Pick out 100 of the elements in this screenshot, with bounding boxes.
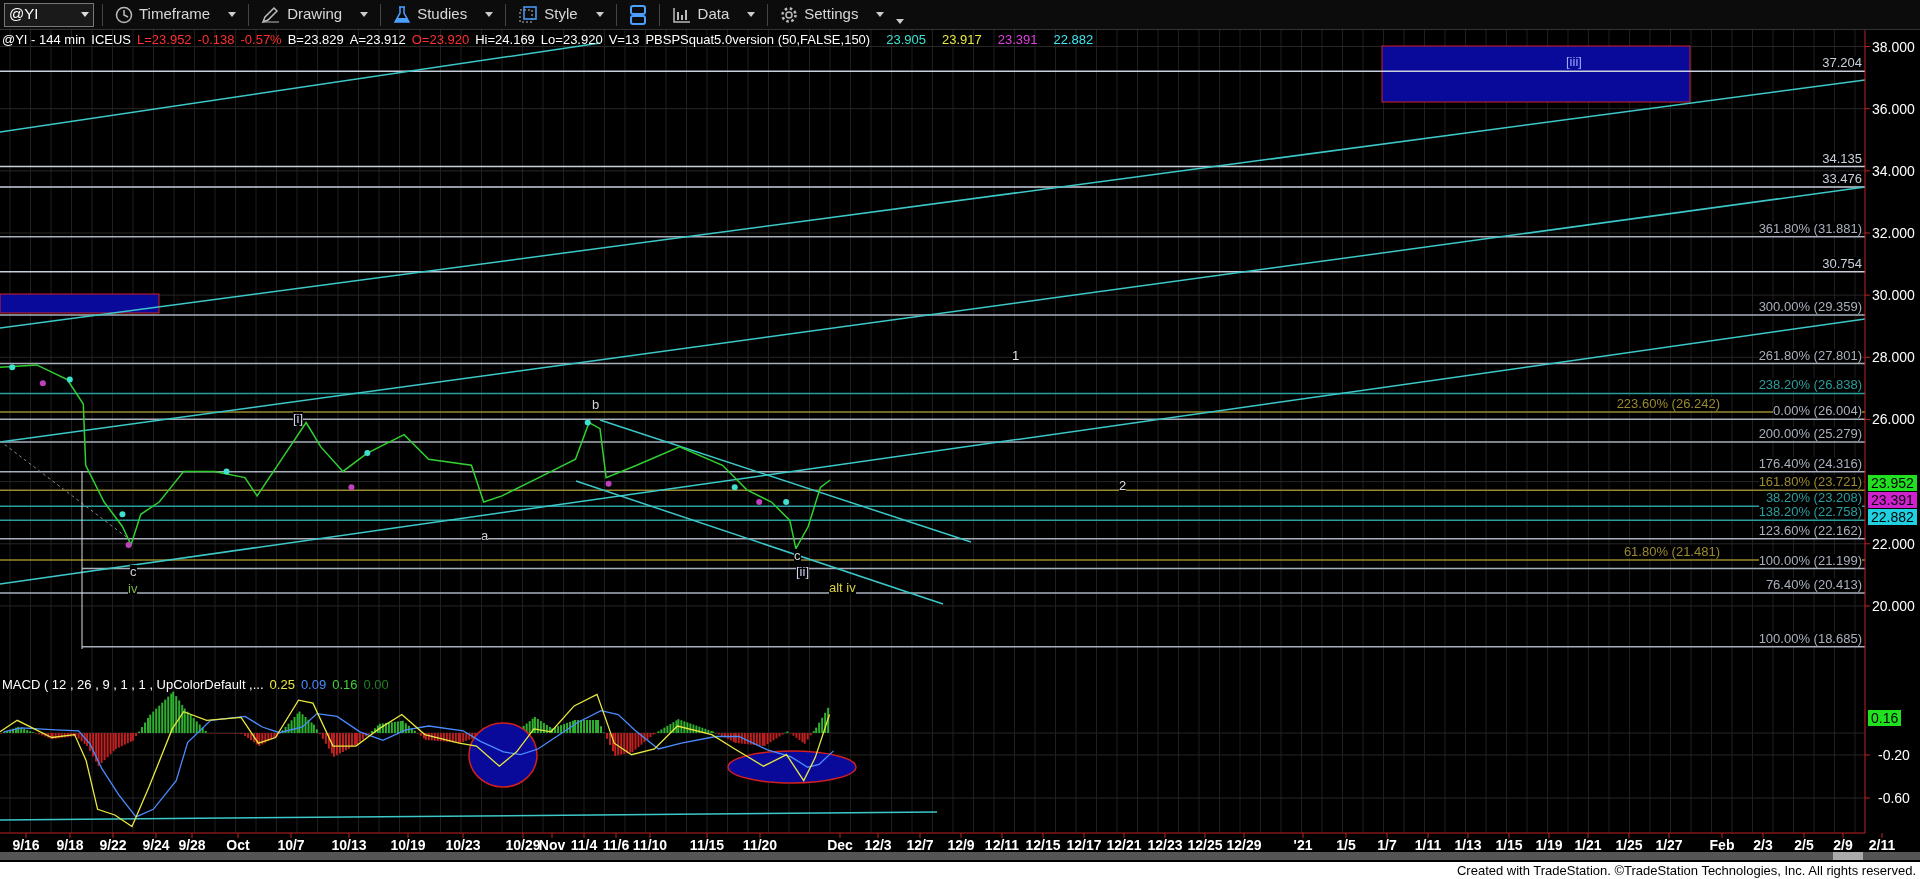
date-axis-label: 10/19 (390, 838, 426, 852)
date-axis-label: Feb (1709, 838, 1735, 852)
header-value: -0.57% (240, 33, 282, 46)
fib-level-label: 38.20% (23.208) (1765, 491, 1862, 505)
date-axis-label: 2/9 (1833, 838, 1853, 852)
macd-axis-label: -0.20 (1878, 748, 1910, 762)
price-axis-label: 32.000 (1872, 225, 1915, 240)
symbol-field[interactable]: @YI (4, 2, 94, 27)
toolbar-button[interactable]: Settings (776, 1, 889, 28)
fib-level-label: 138.20% (22.758) (1758, 505, 1862, 519)
date-axis-label: 10/13 (331, 838, 367, 852)
header-value: ICEUS (91, 33, 131, 46)
price-axis-label: 34.000 (1872, 163, 1915, 178)
date-axis-label: 12/17 (1066, 838, 1102, 852)
wave-label: c (130, 565, 137, 578)
wave-label: c (794, 549, 801, 562)
date-axis-label: 1/27 (1655, 838, 1683, 852)
stacked-panels-icon (628, 3, 647, 26)
toolbar-button[interactable]: Drawing (257, 1, 373, 28)
date-axis-label: Nov (538, 838, 566, 852)
date-axis-label: Dec (827, 838, 853, 852)
date-axis-label: 1/25 (1615, 838, 1643, 852)
wave-label: [iii] (1566, 55, 1582, 68)
toolbar-button[interactable]: Style (514, 1, 608, 28)
fib-level-label: 123.60% (22.162) (1758, 523, 1862, 537)
fib-level-label: 161.80% (23.721) (1758, 475, 1862, 489)
date-axis-label: 9/24 (142, 838, 170, 852)
header-value: V=13 (608, 33, 640, 46)
fib-level-label: 30.754 (1822, 256, 1862, 270)
date-axis-label: 2/11 (1868, 838, 1896, 852)
date-axis-label: 9/18 (56, 838, 84, 852)
macd-axis-label: -0.60 (1878, 791, 1910, 805)
pencil-icon (261, 5, 282, 24)
caret-icon (747, 12, 756, 17)
header-value: Hi=24.169 (475, 33, 535, 46)
caret-icon (228, 12, 237, 17)
date-axis-label: 11/4 (570, 838, 598, 852)
copyright-text: Created with TradeStation. ©TradeStation Technologies, Inc. All rights reserved. (1456, 864, 1916, 877)
scrollbar[interactable] (0, 852, 1920, 860)
date-axis-label: '21 (1293, 838, 1313, 852)
date-axis-label: 1/5 (1336, 838, 1356, 852)
date-axis-label: 2/3 (1753, 838, 1773, 852)
fib-level-label: 76.40% (20.413) (1765, 578, 1862, 592)
header-value: 22.882 (1053, 33, 1094, 46)
date-axis-label: 11/10 (632, 838, 668, 852)
header-value: 23.391 (997, 33, 1038, 46)
wave-label: [i] (293, 412, 304, 425)
date-axis-label: 11/15 (689, 838, 725, 852)
header-value: B=23.829 (287, 33, 344, 46)
indicator-value: 0.16 (332, 678, 358, 691)
fib-level-label: 200.00% (25.279) (1758, 426, 1862, 440)
date-axis-label: Oct (226, 838, 250, 852)
caret-icon (896, 18, 905, 24)
fib-level-label: 0.00% (26.004) (1773, 404, 1862, 418)
date-axis-label: 12/15 (1025, 838, 1061, 852)
date-axis-label: 11/6 (602, 838, 630, 852)
header-value: -0.138 (197, 33, 235, 46)
highlight-circle (468, 722, 538, 788)
fib-level-label: 61.80% (21.481) (1623, 544, 1720, 558)
date-axis-label: 1/15 (1495, 838, 1523, 852)
date-axis-label: 1/7 (1377, 838, 1397, 852)
price-axis-label: 38.000 (1872, 39, 1915, 54)
wave-label: iv (128, 582, 138, 595)
clock-icon (115, 5, 133, 24)
header-value: A=23.912 (349, 33, 406, 46)
date-axis-label: 1/11 (1414, 838, 1442, 852)
date-axis-label: 11/20 (742, 838, 778, 852)
caret-icon (595, 12, 604, 17)
date-axis-label: 12/11 (984, 838, 1020, 852)
wave-label: alt iv (829, 581, 856, 594)
price-tag: 23.391 (1868, 492, 1917, 508)
date-axis-label: 10/23 (445, 838, 481, 852)
date-axis-label: 9/22 (99, 838, 127, 852)
date-axis-label: 12/25 (1187, 838, 1223, 852)
price-axis-label: 20.000 (1872, 598, 1915, 613)
fib-level-label: 33.476 (1822, 172, 1862, 185)
price-axis-label: 26.000 (1872, 412, 1915, 427)
date-axis-label: 12/9 (947, 838, 975, 852)
date-axis-label: 10/29 (505, 838, 541, 852)
wave-label: a (481, 529, 489, 542)
header-value: PBSPSquat5.0version (50,FALSE,150) (645, 33, 871, 46)
date-axis-label: 1/19 (1535, 838, 1563, 852)
date-axis-label: 12/7 (906, 838, 934, 852)
fib-level-label: 261.80% (27.801) (1758, 348, 1862, 362)
fib-level-label: 34.135 (1822, 151, 1862, 165)
wave-label: 1 (1012, 349, 1020, 362)
header-value: L=23.952 (137, 33, 192, 46)
fib-level-label: 37.204 (1822, 56, 1862, 70)
toolbar-button[interactable]: Timeframe (111, 1, 241, 28)
date-axis-label: 12/21 (1106, 838, 1142, 852)
caret-icon (876, 12, 885, 17)
toolbar-button[interactable]: Studies (389, 1, 498, 28)
header-value: 23.905 (886, 33, 926, 46)
fib-level-label: 100.00% (18.685) (1758, 631, 1862, 645)
flask-icon (393, 5, 412, 24)
scrollbar-thumb[interactable] (1833, 852, 1863, 860)
header-value: 23.917 (941, 33, 982, 46)
price-axis-label: 28.000 (1872, 350, 1915, 365)
fib-level-label: 300.00% (29.359) (1758, 300, 1862, 314)
toolbar-button[interactable]: Data (667, 1, 760, 28)
